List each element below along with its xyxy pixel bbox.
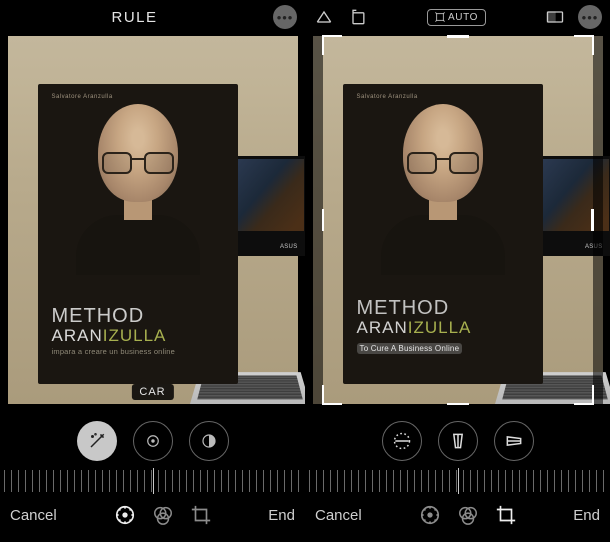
preview-left[interactable]: ASUS Salvatore Aranzulla METHOD ARANIZUL… <box>8 36 298 404</box>
crop-tab-icon-right[interactable] <box>492 501 520 529</box>
book-title-line1: METHOD <box>52 305 176 328</box>
monitor-brand: ASUS <box>280 244 298 250</box>
crop-controls-right <box>305 418 610 464</box>
rotate-slider[interactable] <box>309 470 606 492</box>
bottombar-right: Cancel End <box>305 492 610 538</box>
straighten-button[interactable] <box>382 421 422 461</box>
crop-dim-right <box>593 36 603 404</box>
crop-handle-tl[interactable] <box>322 35 342 55</box>
topbar-right: AUTO ••• <box>305 0 610 34</box>
editor-pane-right: AUTO ••• ASUS Salvatore Aranzulla METHOD <box>305 0 610 542</box>
adjust-controls-left <box>0 418 305 464</box>
detected-object-tag[interactable]: CAR <box>131 384 173 400</box>
end-button-right[interactable]: End <box>573 507 600 524</box>
crop-handle-bl[interactable] <box>322 385 342 405</box>
exposure-button[interactable] <box>133 421 173 461</box>
book-title-line2a: ARAN <box>52 326 103 345</box>
perspective-horizontal-button[interactable] <box>494 421 534 461</box>
adjust-tab-icon[interactable] <box>111 501 139 529</box>
cancel-button[interactable]: Cancel <box>10 507 57 524</box>
crop-handle-br[interactable] <box>574 385 594 405</box>
contrast-button[interactable] <box>189 421 229 461</box>
crop-handle-left[interactable] <box>322 209 325 231</box>
preview-right[interactable]: ASUS Salvatore Aranzulla METHOD ARANIZUL… <box>313 36 603 404</box>
crop-frame[interactable] <box>323 36 593 404</box>
auto-enhance-button[interactable] <box>77 421 117 461</box>
crop-tab-icon[interactable] <box>187 501 215 529</box>
bottombar-left: Cancel End <box>0 492 305 538</box>
book-title-block: METHOD ARANIZULLA impara a creare un bus… <box>52 305 176 356</box>
crop-handle-right[interactable] <box>591 209 594 231</box>
cancel-button-right[interactable]: Cancel <box>315 507 362 524</box>
perspective-vertical-button[interactable] <box>438 421 478 461</box>
auto-crop-label: AUTO <box>448 12 478 23</box>
rotate-icon[interactable] <box>347 6 369 28</box>
flip-vertical-icon[interactable] <box>313 6 335 28</box>
crop-handle-top[interactable] <box>447 35 469 38</box>
more-options-button[interactable]: ••• <box>273 5 297 29</box>
more-options-button-right[interactable]: ••• <box>578 5 602 29</box>
topbar-left: RULE ••• <box>0 0 305 34</box>
topbar-title: RULE <box>112 9 158 26</box>
crop-handle-tr[interactable] <box>574 35 594 55</box>
crop-handle-bottom[interactable] <box>447 403 469 406</box>
adjust-tab-icon-right[interactable] <box>416 501 444 529</box>
end-button[interactable]: End <box>268 507 295 524</box>
auto-crop-button[interactable]: AUTO <box>427 9 486 26</box>
editor-pane-left: RULE ••• ASUS Salvatore Aranzulla METHOD… <box>0 0 305 542</box>
book-subtitle: impara a creare un business online <box>52 347 176 356</box>
book-cover: Salvatore Aranzulla METHOD ARANIZULLA im… <box>38 84 238 384</box>
adjust-slider-left[interactable] <box>4 470 301 492</box>
aspect-ratio-icon[interactable] <box>544 6 566 28</box>
book-author: Salvatore Aranzulla <box>52 94 113 100</box>
filters-tab-icon-right[interactable] <box>454 501 482 529</box>
filters-tab-icon[interactable] <box>149 501 177 529</box>
book-title-line2b: IZULLA <box>103 326 167 345</box>
monitor: ASUS <box>236 156 306 256</box>
